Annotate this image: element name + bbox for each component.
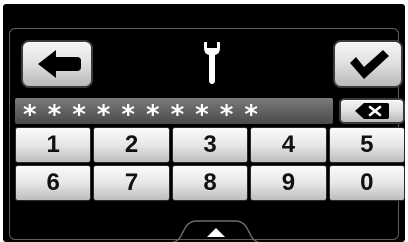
key-0[interactable]: 0 [328,165,405,201]
key-2[interactable]: 2 [93,127,170,163]
confirm-button[interactable] [333,40,403,88]
backspace-x-icon [355,103,389,119]
key-9[interactable]: 9 [250,165,327,201]
up-triangle-icon [171,220,261,242]
keypad-screen: ********** 1 2 3 4 5 6 7 8 9 0 [3,4,405,242]
key-1[interactable]: 1 [15,127,92,163]
key-7[interactable]: 7 [93,165,170,201]
key-6[interactable]: 6 [15,165,92,201]
arrow-left-icon [38,50,81,78]
expand-tab-button[interactable] [161,210,271,242]
wrench-icon [197,36,227,86]
number-keypad: 1 2 3 4 5 6 7 8 9 0 [15,127,405,201]
key-5[interactable]: 5 [328,127,405,163]
password-field: ********** [15,98,333,124]
key-4[interactable]: 4 [250,127,327,163]
key-8[interactable]: 8 [171,165,249,201]
back-button[interactable] [21,40,93,88]
key-3[interactable]: 3 [171,127,249,163]
delete-button[interactable] [339,98,405,124]
checkmark-icon [350,50,389,79]
